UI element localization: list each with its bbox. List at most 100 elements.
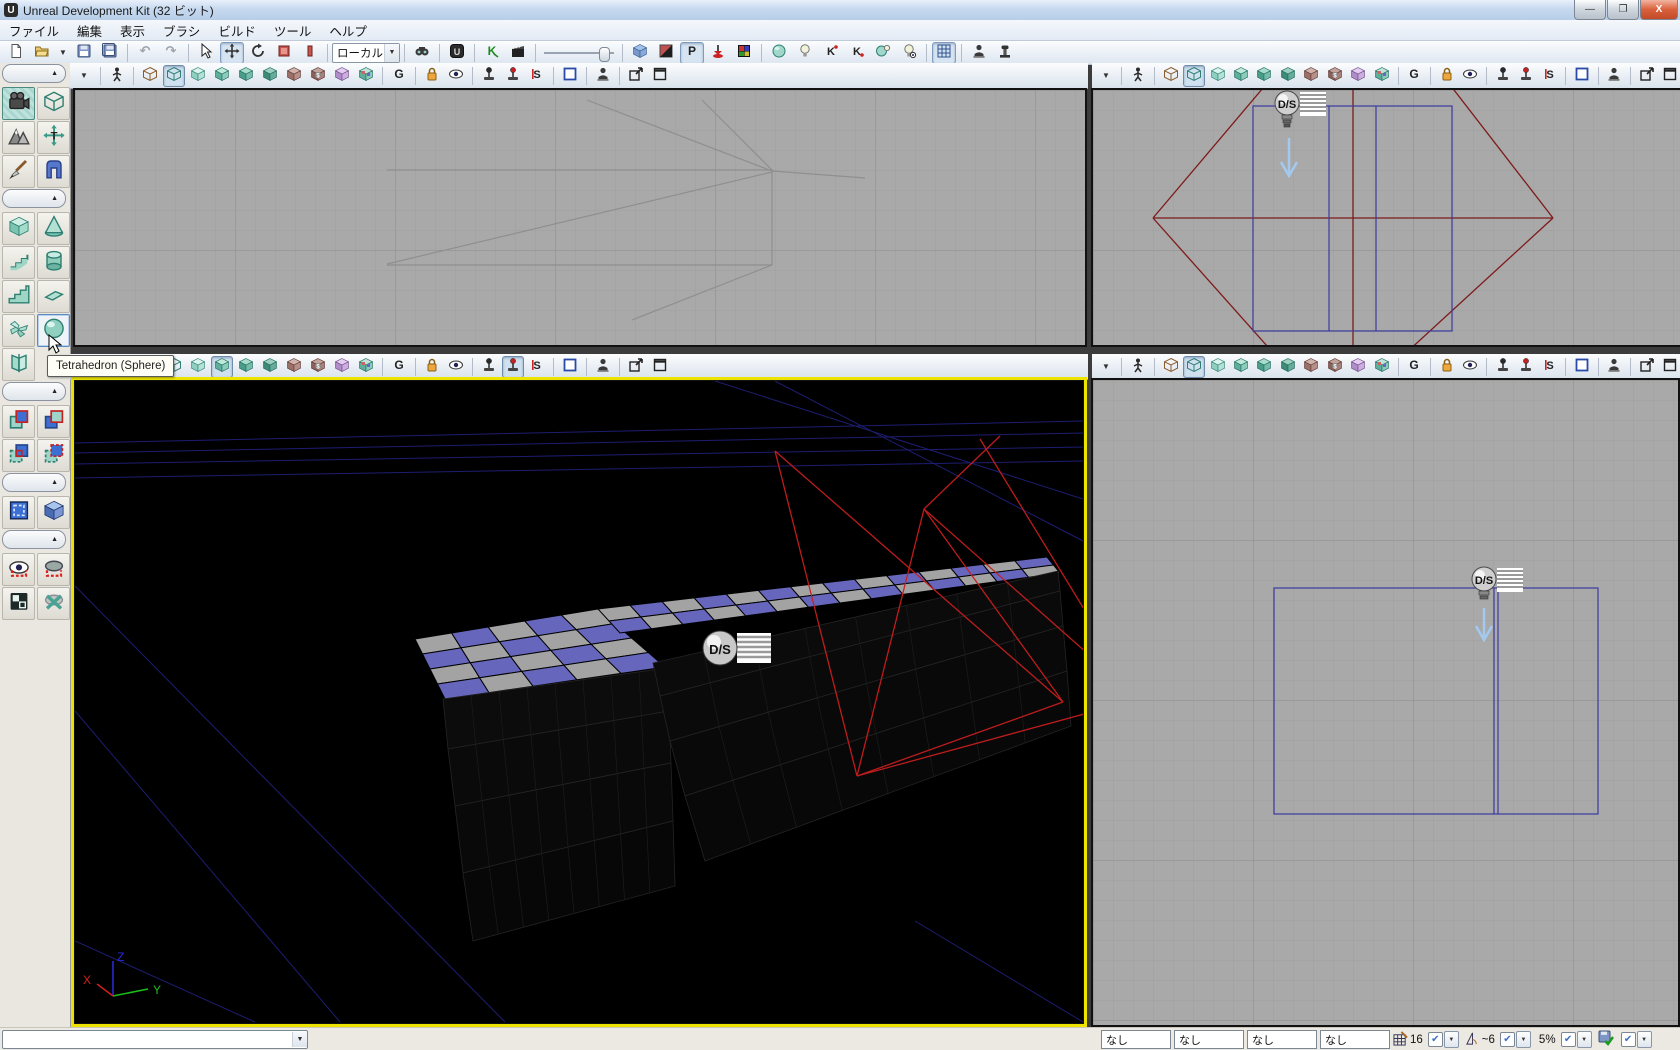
shader-complexity-button[interactable]: $	[307, 356, 329, 378]
restore-button[interactable]: ❐	[1607, 0, 1639, 20]
viewport-canvas-bottom-left[interactable]: D/S Z Y X	[75, 381, 1083, 1023]
csg-subtract-button[interactable]	[37, 405, 70, 438]
camera-mode-button[interactable]	[2, 87, 35, 120]
lock-viewport-button[interactable]	[421, 65, 443, 87]
grid-toggle-button[interactable]	[932, 42, 956, 64]
autosave-toggle-checkbox[interactable]: ✔	[1621, 1032, 1636, 1047]
region-capture-button[interactable]	[559, 356, 581, 378]
invert-selection-button[interactable]	[2, 587, 35, 620]
possess-button[interactable]	[502, 65, 524, 87]
chevron-down-icon[interactable]: ▼	[292, 1032, 307, 1047]
drop-to-grid-button[interactable]	[706, 42, 730, 64]
terrain-mode-button[interactable]	[2, 121, 35, 154]
translate-tool-button[interactable]	[220, 42, 244, 64]
shader-complexity-button[interactable]: $	[307, 65, 329, 87]
light-complexity-button[interactable]	[355, 356, 377, 378]
shader-complexity-button[interactable]: $	[1324, 65, 1345, 87]
brush-wireframe-button[interactable]	[1160, 356, 1181, 378]
brush-clip-mode-button[interactable]	[37, 155, 70, 188]
add-volume-button[interactable]	[37, 496, 70, 529]
rotation-grid-size-dropdown[interactable]: ▼	[1516, 1031, 1531, 1048]
rollup-header[interactable]: ▲	[2, 382, 66, 401]
rollup-header[interactable]: ▲	[2, 473, 66, 492]
csg-intersect-button[interactable]	[2, 439, 35, 472]
detail-lighting-button[interactable]	[1254, 65, 1275, 87]
redo-button[interactable]: ↷	[159, 42, 183, 64]
game-view-button[interactable]: G	[1404, 65, 1425, 87]
autosave-toggle-dropdown[interactable]: ▼	[1637, 1031, 1652, 1048]
menu-ブラシ[interactable]: ブラシ	[154, 19, 209, 42]
texture-density-button[interactable]	[283, 65, 305, 87]
light-actor[interactable]: D/S	[703, 631, 771, 665]
rotation-grid-size-checkbox[interactable]: ✔	[1500, 1032, 1515, 1047]
actor-info-field-1[interactable]: なし	[1101, 1030, 1171, 1049]
rotate-tool-button[interactable]	[246, 42, 270, 64]
options-menu-button[interactable]: ▼	[73, 65, 95, 87]
texture-density-button[interactable]	[283, 356, 305, 378]
rollup-header[interactable]: ▲	[2, 189, 66, 208]
save-all-button[interactable]	[98, 42, 122, 64]
options-menu-button[interactable]: ▼	[1095, 356, 1116, 378]
trans-cube-button[interactable]	[628, 42, 652, 64]
csg-add-button[interactable]	[2, 405, 35, 438]
squint-button[interactable]: S	[1539, 356, 1560, 378]
scale3d-tool-button[interactable]	[298, 42, 322, 64]
viewport-canvas-top-left[interactable]	[75, 90, 1085, 345]
wireframe-button[interactable]	[1183, 356, 1204, 378]
possess-button[interactable]	[502, 356, 524, 378]
lightmap-density-button[interactable]	[1348, 65, 1369, 87]
float-viewport-button[interactable]	[1636, 65, 1657, 87]
chevron-down-icon[interactable]: ▼	[384, 44, 399, 62]
game-view-button[interactable]: G	[388, 356, 410, 378]
k-branch2-button[interactable]: K	[845, 42, 869, 64]
maximize-viewport-button[interactable]	[1660, 356, 1680, 378]
volumetric-primitive-button[interactable]	[2, 348, 35, 381]
light-complexity-button[interactable]	[1371, 65, 1392, 87]
publish-button[interactable]	[592, 356, 614, 378]
sheet-primitive-button[interactable]	[37, 280, 70, 313]
sphere-bulb-button[interactable]	[871, 42, 895, 64]
brush-wireframe-button[interactable]	[1160, 65, 1181, 87]
unlit-button[interactable]	[1207, 65, 1228, 87]
viewport-top-right[interactable]: D/S	[1091, 88, 1680, 347]
texture-density-button[interactable]	[1301, 356, 1322, 378]
curved-staircase-primitive-button[interactable]	[2, 246, 35, 279]
options-menu-button[interactable]: ▼	[1095, 65, 1116, 87]
realtime-button[interactable]	[1127, 65, 1148, 87]
brush-wireframe-button[interactable]	[139, 65, 161, 87]
content-browser-button[interactable]: U	[445, 42, 469, 64]
lighting-only-button[interactable]	[259, 356, 281, 378]
lit-button[interactable]	[211, 65, 233, 87]
publish-person-button[interactable]	[967, 42, 991, 64]
maximize-viewport-button[interactable]	[649, 65, 671, 87]
csg-deintersect-button[interactable]	[37, 439, 70, 472]
viewport-bottom-left[interactable]: D/S Z Y X	[74, 380, 1084, 1024]
cylinder-primitive-button[interactable]	[37, 246, 70, 279]
cone-primitive-button[interactable]	[37, 212, 70, 245]
menu-ヘルプ[interactable]: ヘルプ	[320, 19, 376, 42]
select-tool-button[interactable]	[194, 42, 218, 64]
realtime-button[interactable]	[106, 65, 128, 87]
viewport-canvas-top-right[interactable]: D/S	[1093, 90, 1680, 345]
lock-viewport-button[interactable]	[421, 356, 443, 378]
game-view-button[interactable]: G	[1404, 356, 1425, 378]
new-file-button[interactable]	[4, 42, 28, 64]
geometry-mode-button[interactable]	[37, 87, 70, 120]
light-complexity2-button[interactable]	[732, 42, 756, 64]
menu-ビルド[interactable]: ビルド	[209, 19, 265, 42]
publish-button[interactable]	[1604, 65, 1625, 87]
scale-grid-size-dropdown[interactable]: ▼	[1577, 1031, 1592, 1048]
k-branch1-button[interactable]: K	[819, 42, 843, 64]
light-complexity-button[interactable]	[1371, 356, 1392, 378]
show-flags-button[interactable]	[445, 356, 467, 378]
detail-lighting-button[interactable]	[235, 65, 257, 87]
close-button[interactable]: X	[1640, 0, 1678, 20]
region-capture-button[interactable]	[559, 65, 581, 87]
scale-grid-size-checkbox[interactable]: ✔	[1561, 1032, 1576, 1047]
play-in-viewport-button[interactable]	[478, 356, 500, 378]
show-flags-button[interactable]	[1459, 356, 1480, 378]
texture-align-mode-button[interactable]: T	[37, 121, 70, 154]
lighting-only-button[interactable]	[1277, 65, 1298, 87]
maximize-viewport-button[interactable]	[1660, 65, 1680, 87]
detail-lighting-button[interactable]	[235, 356, 257, 378]
